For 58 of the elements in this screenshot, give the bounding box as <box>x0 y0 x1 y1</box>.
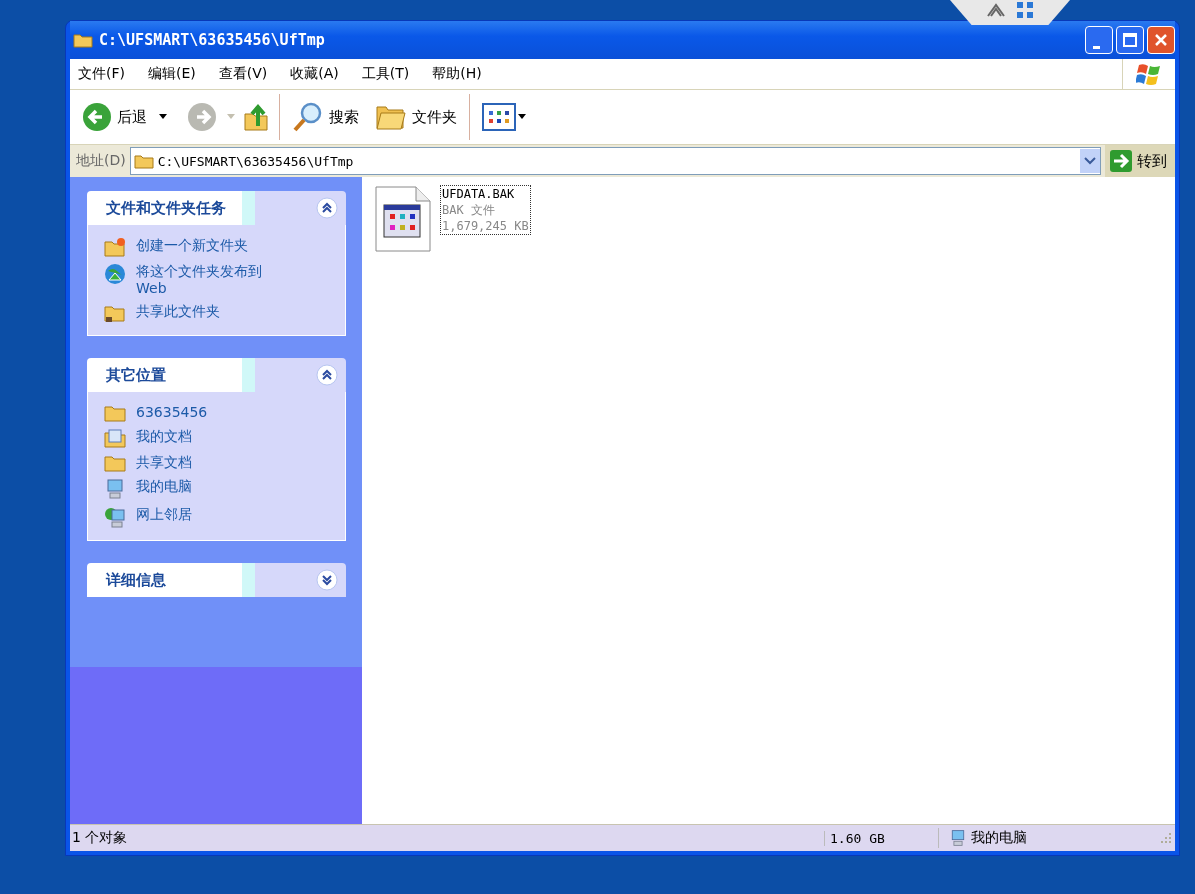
folder-icon <box>104 404 126 422</box>
collapse-toggle-icon <box>316 364 338 386</box>
status-location: 我的电脑 <box>971 829 1027 847</box>
minimize-icon <box>1092 45 1100 49</box>
maximize-button[interactable] <box>1116 26 1144 54</box>
address-field[interactable]: C:\UFSMART\63635456\UfTmp <box>129 147 1101 175</box>
back-button[interactable]: 后退 <box>78 102 151 132</box>
folders-button[interactable]: 文件夹 <box>371 103 461 131</box>
shared-folder-icon <box>104 303 126 323</box>
close-icon <box>1154 33 1168 47</box>
globe-icon <box>104 263 126 285</box>
menu-item[interactable]: 收藏(A) <box>290 65 339 83</box>
file-icon[interactable] <box>374 185 432 253</box>
folders-icon <box>375 103 407 131</box>
menu-item[interactable]: 编辑(E) <box>148 65 196 83</box>
panel-header[interactable]: 其它位置 <box>87 358 346 392</box>
menu-item[interactable]: 文件(F) <box>78 65 125 83</box>
resize-grip-icon[interactable] <box>1159 831 1173 845</box>
task-link[interactable]: 将这个文件夹发布到 Web <box>136 263 296 297</box>
panel-header[interactable]: 文件和文件夹任务 <box>87 191 346 225</box>
folder-icon <box>133 153 154 169</box>
chevron-down-icon <box>1084 157 1096 165</box>
go-button[interactable]: 转到 <box>1105 145 1175 177</box>
maximize-icon <box>1123 33 1137 47</box>
computer-icon <box>949 828 967 848</box>
folder-icon <box>73 32 93 48</box>
status-object-count: 1 个对象 <box>71 829 129 847</box>
minimize-button[interactable] <box>1085 26 1113 54</box>
network-computer-icon <box>104 506 126 528</box>
task-link[interactable]: 共享此文件夹 <box>136 303 220 320</box>
task-link[interactable]: 我的电脑 <box>136 478 192 495</box>
dropdown-arrow-icon[interactable] <box>159 114 167 120</box>
task-link[interactable]: 我的文档 <box>136 428 192 445</box>
search-icon <box>292 101 324 133</box>
status-size: 1.60 GB <box>824 830 938 846</box>
documents-folder-icon <box>104 428 126 448</box>
expand-icon[interactable] <box>1015 0 1035 20</box>
file-label[interactable]: UFDATA.BAK BAK 文件 1,679,245 KB <box>440 185 531 235</box>
task-link[interactable]: 网上邻居 <box>136 506 192 523</box>
window-title: C:\UFSMART\63635456\UfTmp <box>99 31 325 49</box>
dropdown-arrow-icon <box>518 114 526 120</box>
new-folder-icon <box>104 237 126 257</box>
collapse-toggle-icon <box>316 569 338 591</box>
panel-header[interactable]: 详细信息 <box>87 563 346 597</box>
views-grid-icon <box>482 103 516 131</box>
menu-item[interactable]: 查看(V) <box>218 65 268 83</box>
close-button[interactable] <box>1147 26 1175 54</box>
computer-icon <box>104 478 126 500</box>
folder-icon <box>104 454 126 472</box>
menu-item[interactable]: 帮助(H) <box>432 65 482 83</box>
search-button[interactable]: 搜索 <box>288 101 363 133</box>
folder-up-icon[interactable] <box>243 102 271 132</box>
task-link[interactable]: 共享文档 <box>136 454 192 471</box>
collapse-toggle-icon <box>316 197 338 219</box>
task-link[interactable]: 63635456 <box>136 404 208 421</box>
menu-item[interactable]: 工具(T) <box>361 65 410 83</box>
task-link[interactable]: 创建一个新文件夹 <box>136 237 248 254</box>
address-label: 地址(D) <box>76 152 126 170</box>
